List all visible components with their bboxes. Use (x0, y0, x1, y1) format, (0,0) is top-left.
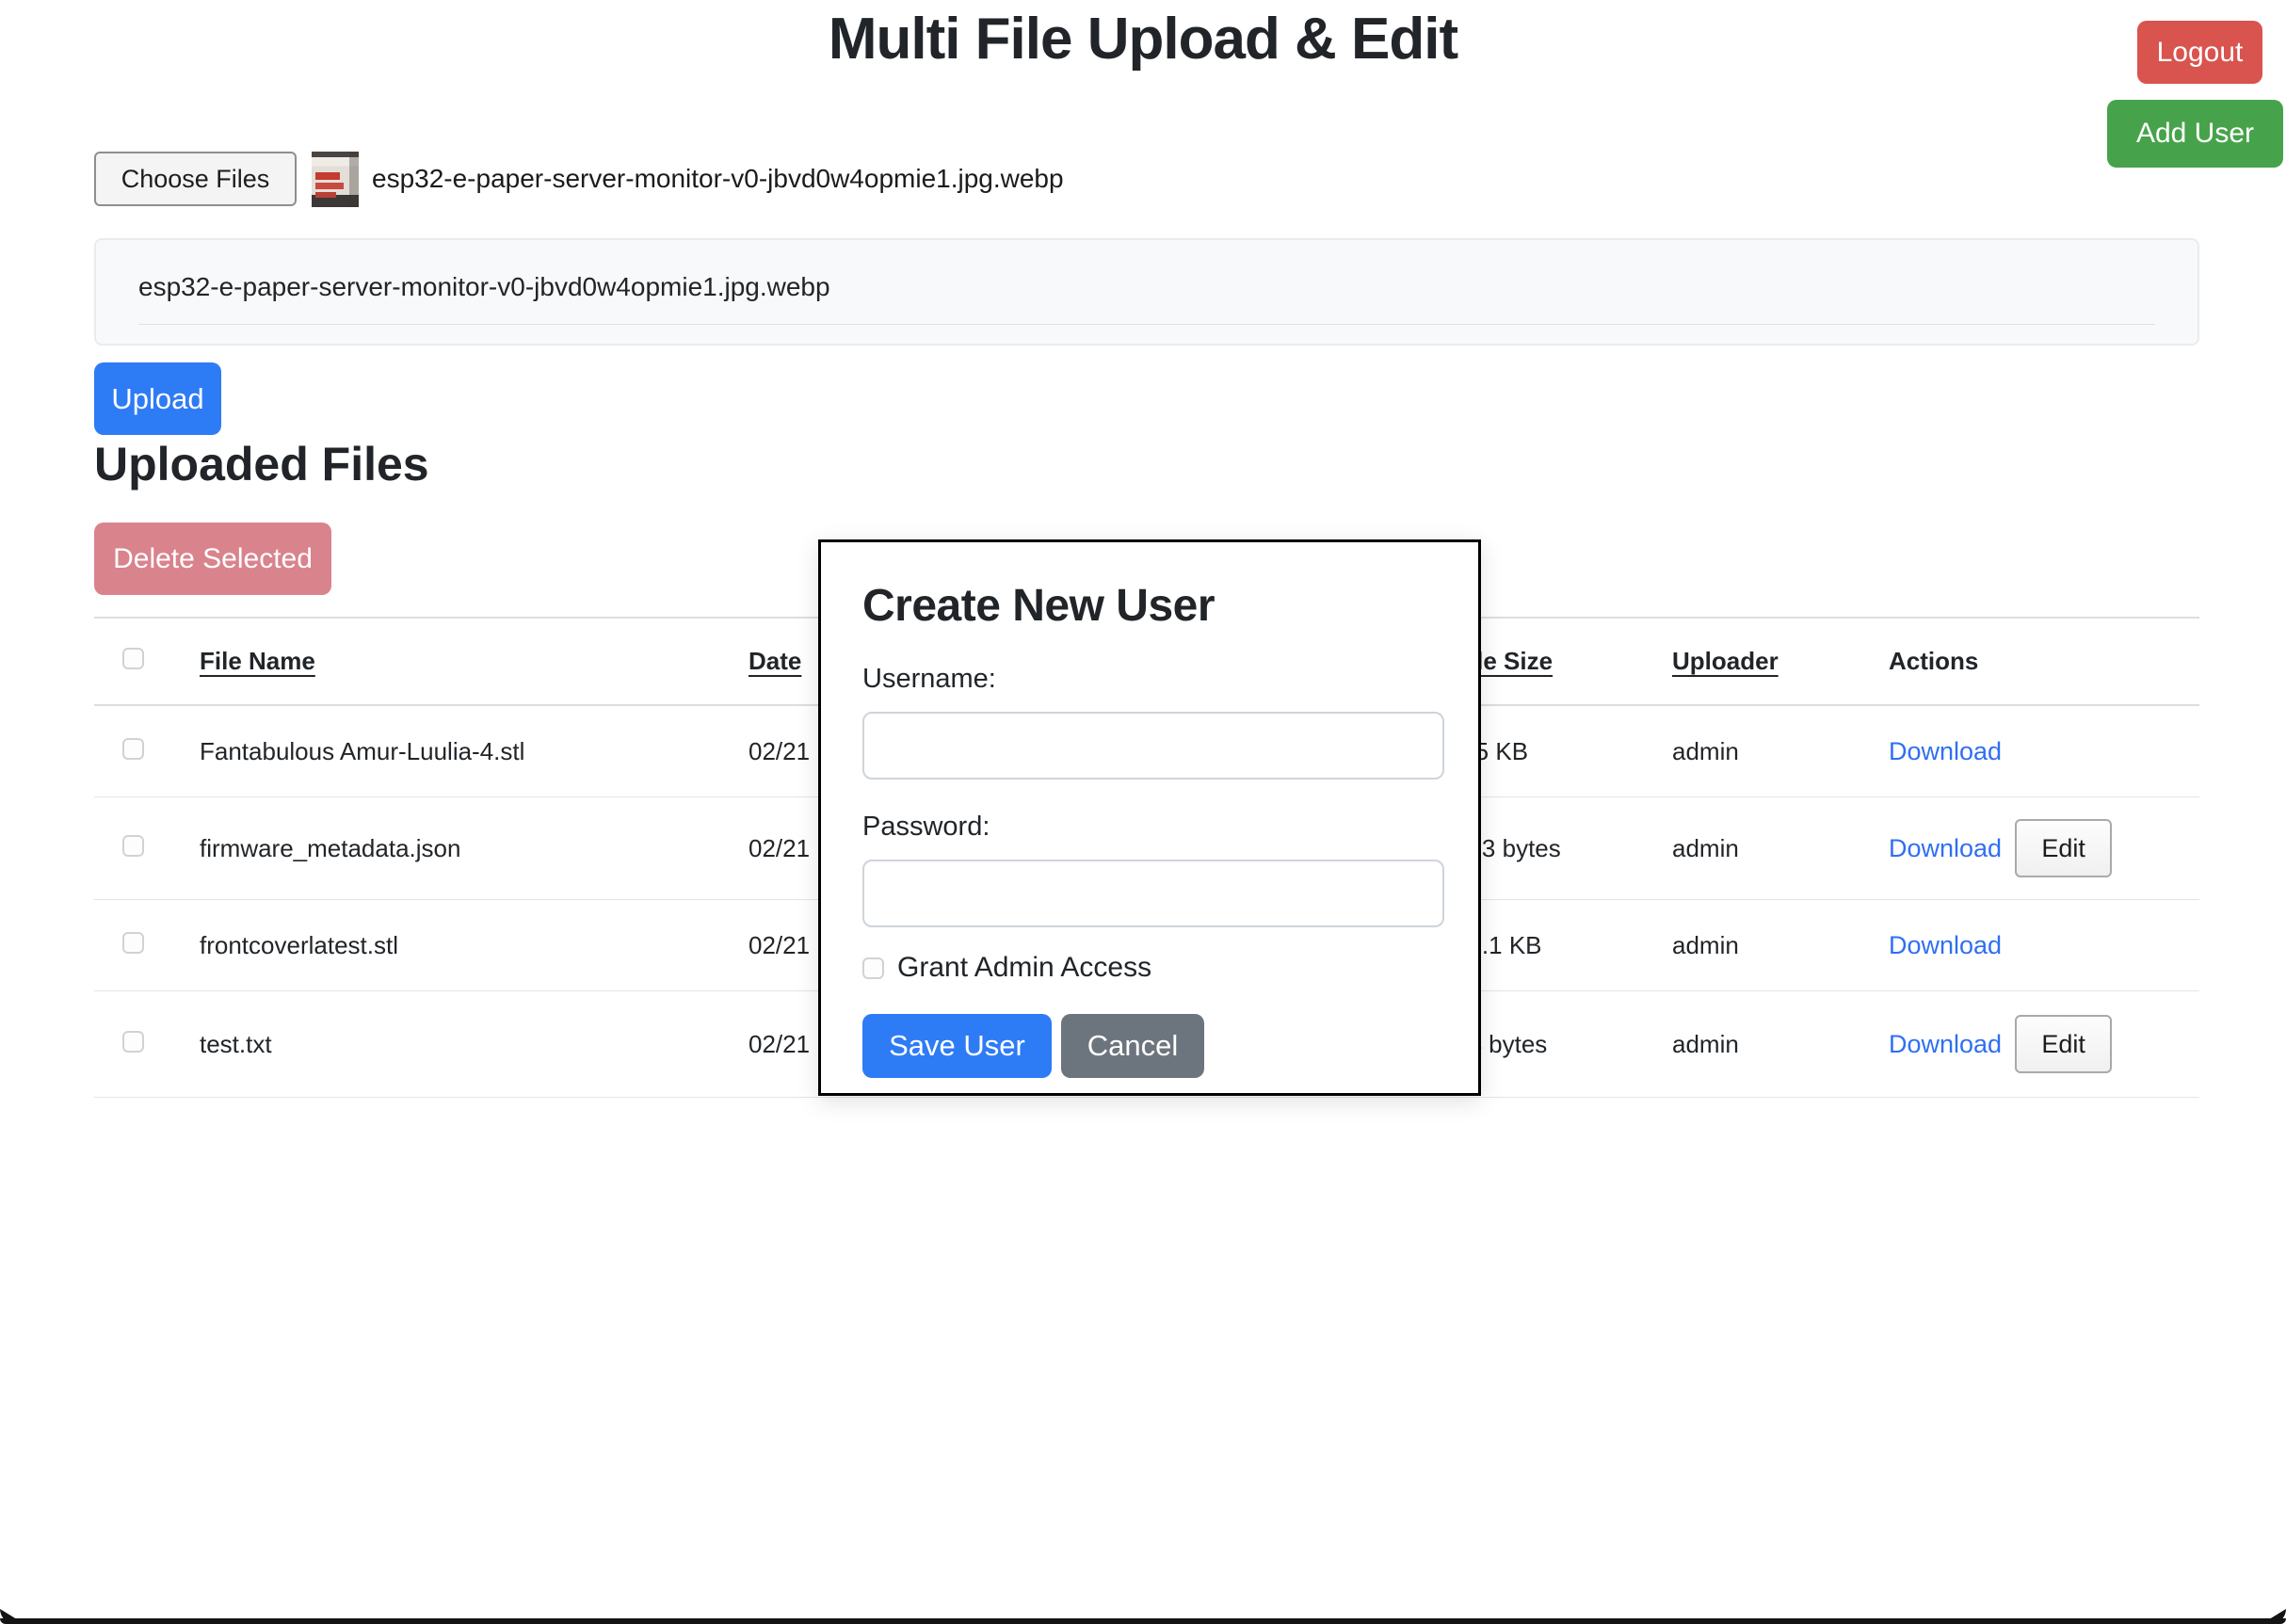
uploaded-files-heading: Uploaded Files (94, 437, 429, 491)
grant-admin-checkbox[interactable] (862, 957, 884, 979)
column-header-file-size[interactable]: File Size (1455, 647, 1672, 676)
password-label: Password: (862, 812, 1437, 843)
column-header-uploader[interactable]: Uploader (1672, 647, 1889, 676)
username-field[interactable] (862, 712, 1444, 780)
column-header-file-name[interactable]: File Name (200, 647, 749, 676)
uploader-cell: admin (1672, 1030, 1889, 1059)
add-user-button[interactable]: Add User (2107, 100, 2283, 168)
row-checkbox[interactable] (122, 835, 144, 857)
password-field[interactable] (862, 860, 1444, 927)
file-size-cell: 14 bytes (1455, 1030, 1672, 1059)
create-user-modal: Create New User Username: Password: Gran… (818, 539, 1481, 1096)
file-size-cell: 39.1 KB (1455, 931, 1672, 960)
delete-selected-button[interactable]: Delete Selected (94, 523, 331, 595)
window-bottom-edge (0, 1618, 2286, 1624)
file-name-cell: Fantabulous Amur-Luulia-4.stl (200, 737, 749, 766)
choose-files-button[interactable]: Choose Files (94, 152, 297, 206)
row-checkbox[interactable] (122, 932, 144, 954)
download-link[interactable]: Download (1889, 931, 2002, 960)
logout-button[interactable]: Logout (2137, 21, 2262, 84)
file-name-cell: frontcoverlatest.stl (200, 931, 749, 960)
cancel-button[interactable]: Cancel (1061, 1014, 1204, 1078)
download-link[interactable]: Download (1889, 737, 2002, 766)
modal-title: Create New User (862, 580, 1437, 632)
selected-file-name: esp32-e-paper-server-monitor-v0-jbvd0w4o… (372, 164, 1064, 194)
download-link[interactable]: Download (1889, 834, 2002, 863)
grant-admin-label: Grant Admin Access (897, 952, 1151, 984)
upload-button[interactable]: Upload (94, 362, 221, 435)
edit-button[interactable]: Edit (2015, 819, 2112, 877)
file-size-cell: 153 bytes (1455, 834, 1672, 863)
select-all-checkbox[interactable] (122, 648, 144, 669)
edit-button[interactable]: Edit (2015, 1015, 2112, 1073)
selected-file-thumbnail-image (312, 152, 359, 207)
save-user-button[interactable]: Save User (862, 1014, 1052, 1078)
username-label: Username: (862, 664, 1437, 695)
row-checkbox[interactable] (122, 1031, 144, 1053)
column-header-actions: Actions (1889, 647, 2199, 676)
uploader-cell: admin (1672, 834, 1889, 863)
uploader-cell: admin (1672, 737, 1889, 766)
page-title: Multi File Upload & Edit (0, 6, 2286, 72)
file-name-cell: firmware_metadata.json (200, 834, 749, 863)
download-link[interactable]: Download (1889, 1030, 2002, 1059)
row-checkbox[interactable] (122, 738, 144, 760)
pending-file-list: esp32-e-paper-server-monitor-v0-jbvd0w4o… (94, 238, 2199, 346)
pending-file-item: esp32-e-paper-server-monitor-v0-jbvd0w4o… (138, 249, 2155, 325)
uploader-cell: admin (1672, 931, 1889, 960)
file-name-cell: test.txt (200, 1030, 749, 1059)
file-size-cell: 7.5 KB (1455, 737, 1672, 766)
file-input-row: Choose Files esp32-e-paper-server-monito… (94, 151, 1064, 207)
